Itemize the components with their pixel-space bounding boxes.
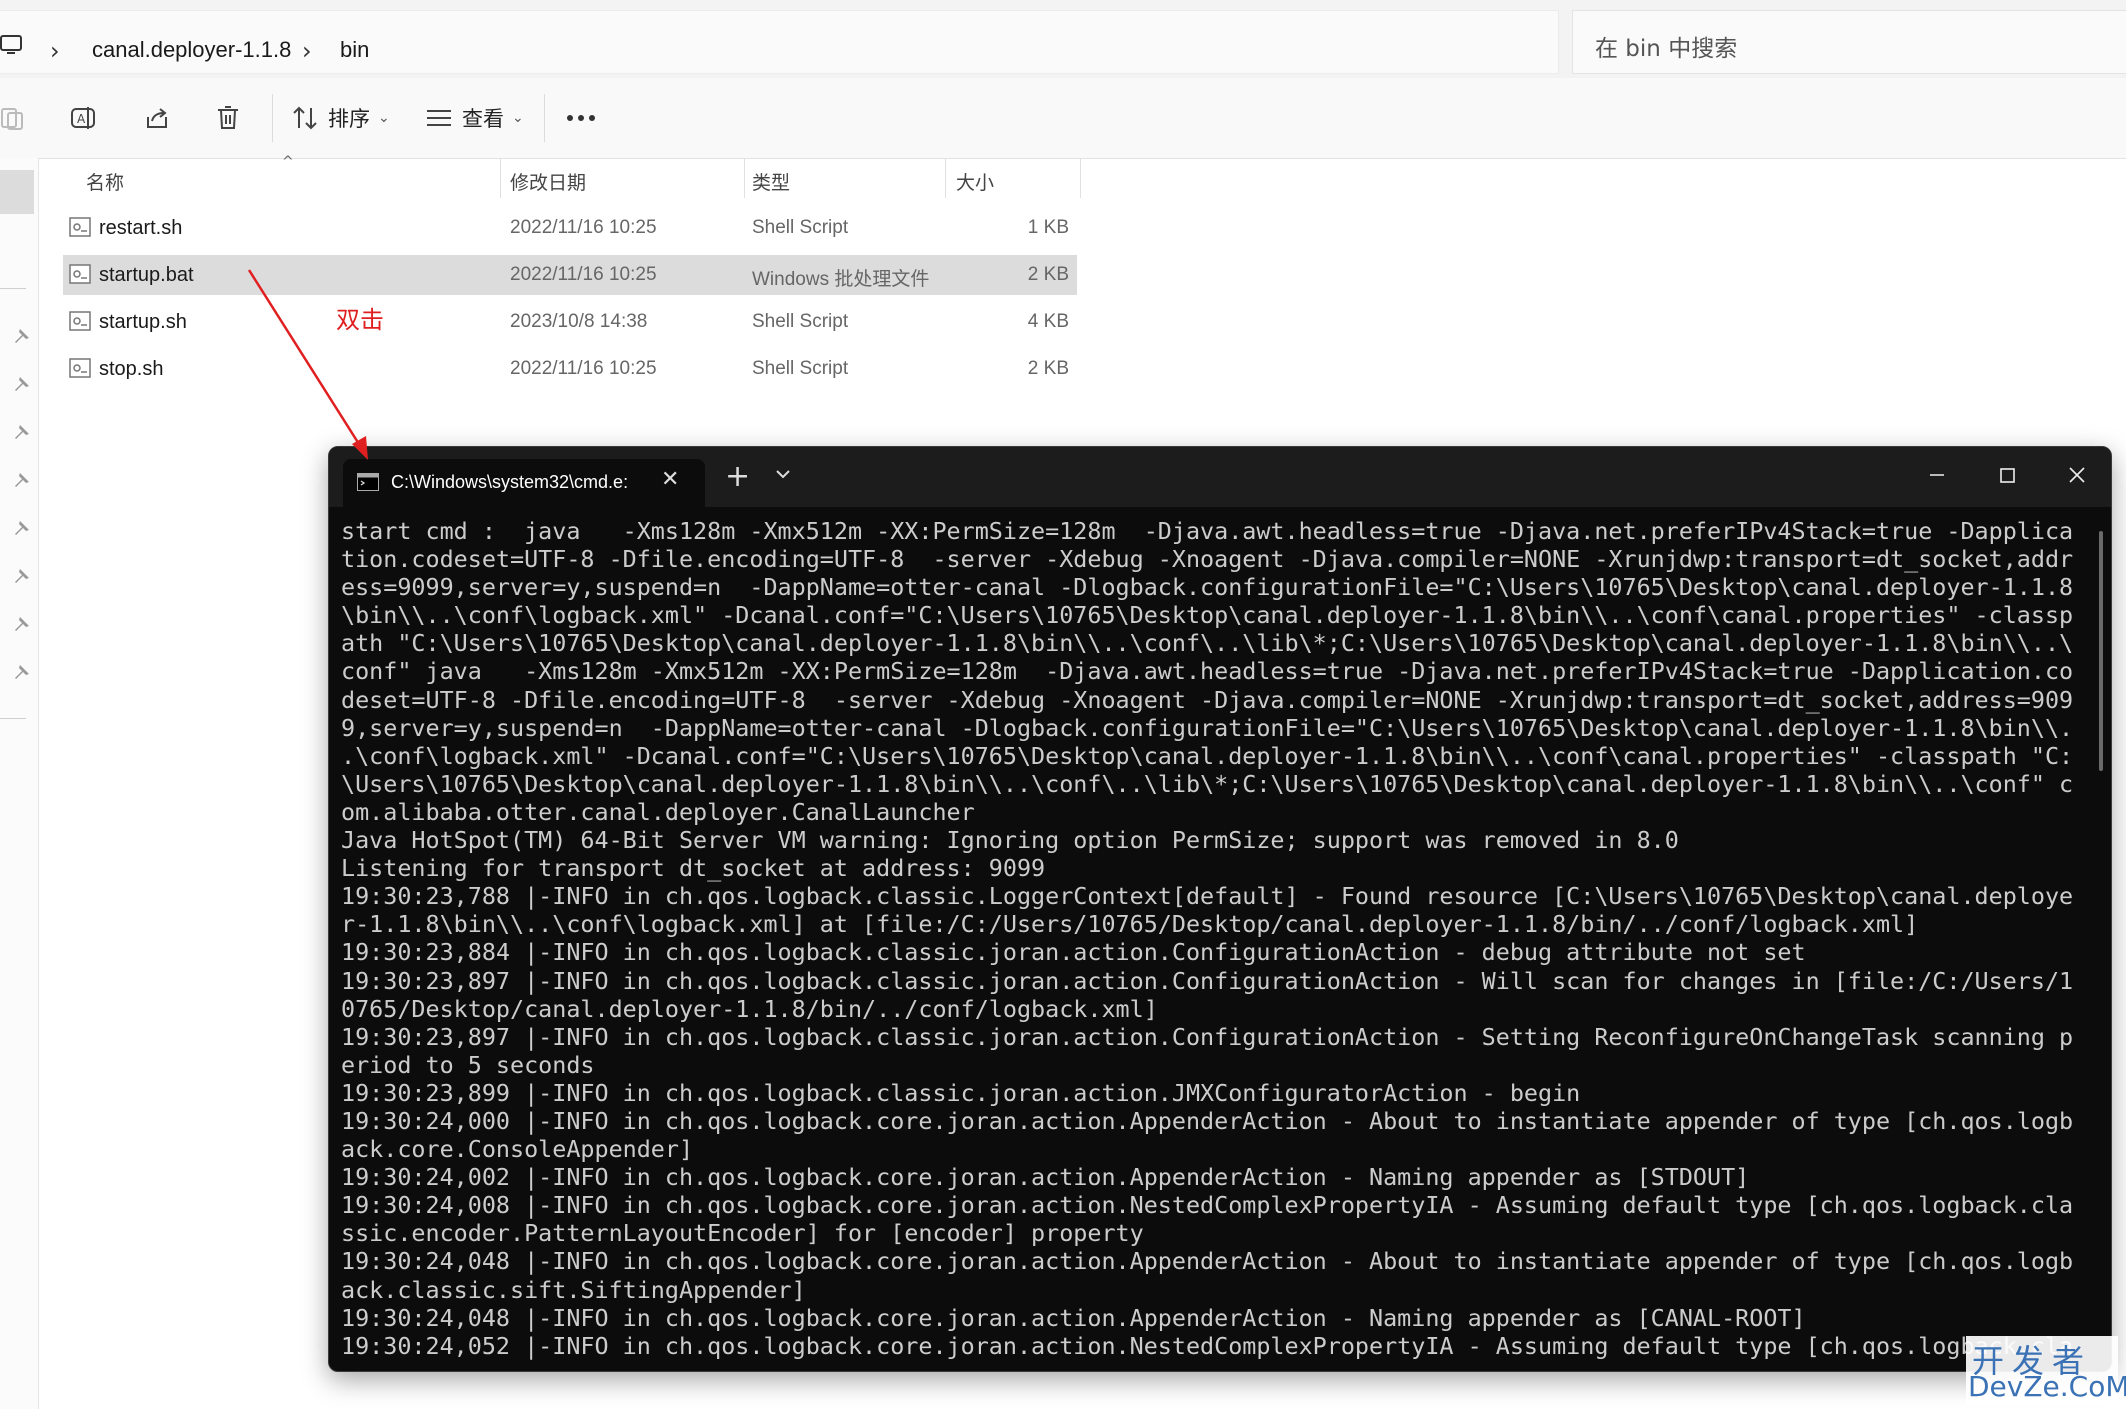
pin-icon[interactable]: [14, 568, 30, 584]
double-click-annotation: 双击: [336, 306, 384, 334]
search-placeholder: 在 bin 中搜索: [1595, 36, 1738, 62]
toolbar-divider: [544, 94, 545, 142]
pin-icon[interactable]: [14, 520, 30, 536]
terminal-output-area[interactable]: start cmd : java -Xms128m -Xmx512m -XX:P…: [341, 517, 2101, 1369]
more-icon: [567, 115, 595, 121]
this-pc-icon[interactable]: [0, 35, 26, 55]
breadcrumb-chevron-icon[interactable]: ›: [302, 37, 312, 65]
file-row-restart-sh[interactable]: restart.sh 2022/11/16 10:25 Shell Script…: [63, 208, 1077, 248]
file-name: stop.sh: [99, 358, 164, 380]
view-label: 查看: [462, 107, 504, 131]
file-row-startup-sh[interactable]: startup.sh 2023/10/8 14:38 Shell Script …: [63, 302, 1077, 342]
column-header-name[interactable]: 名称 ^: [86, 154, 496, 200]
pin-icon[interactable]: [14, 616, 30, 632]
command-bar: A 排序 ⌄ 查看 ⌄: [0, 78, 2126, 159]
view-list-icon: [427, 110, 451, 126]
pin-icon[interactable]: [14, 472, 30, 488]
file-size: 2 KB: [1027, 358, 1069, 379]
paste-icon: [1, 108, 23, 130]
sort-icon: [293, 106, 317, 130]
batch-file-icon: [69, 264, 91, 284]
script-file-icon: [69, 311, 91, 331]
close-tab-icon[interactable]: ✕: [661, 467, 679, 492]
file-row-startup-bat[interactable]: startup.bat 2022/11/16 10:25 Windows 批处理…: [63, 255, 1077, 295]
terminal-tab[interactable]: C:\Windows\system32\cmd.e: ✕: [343, 459, 705, 507]
terminal-scrollbar[interactable]: [2099, 531, 2103, 771]
new-tab-button[interactable]: +: [725, 459, 750, 494]
toolbar-divider: [272, 94, 273, 142]
nav-selected-item[interactable]: [0, 170, 34, 214]
breadcrumb-chevron-icon[interactable]: ›: [50, 37, 60, 65]
terminal-window[interactable]: C:\Windows\system32\cmd.e: ✕ + start cmd…: [328, 446, 2112, 1372]
column-header-size[interactable]: 大小: [956, 158, 1076, 200]
file-name: startup.sh: [99, 311, 187, 333]
file-modified: 2022/11/16 10:25: [510, 264, 657, 285]
file-name: startup.bat: [99, 264, 194, 286]
column-modified-label: 修改日期: [510, 172, 587, 194]
terminal-title-bar[interactable]: C:\Windows\system32\cmd.e: ✕ +: [329, 447, 2111, 507]
pin-icon[interactable]: [14, 376, 30, 392]
minimize-icon[interactable]: [1923, 461, 1951, 489]
address-row: › canal.deployer-1.1.8 › bin 在 bin 中搜索: [0, 0, 2126, 78]
file-type: Shell Script: [752, 217, 849, 238]
file-size: 2 KB: [1027, 264, 1069, 285]
more-options-button[interactable]: [566, 78, 596, 158]
column-header-modified[interactable]: 修改日期: [510, 158, 740, 200]
share-icon: [147, 108, 167, 128]
paste-button[interactable]: [0, 78, 24, 158]
file-type: Shell Script: [752, 311, 849, 332]
file-modified: 2023/10/8 14:38: [510, 311, 648, 332]
breadcrumb-item-bin[interactable]: bin: [340, 37, 369, 63]
chevron-down-icon: ⌄: [378, 110, 390, 126]
delete-button[interactable]: [216, 78, 240, 158]
nav-divider: [0, 718, 26, 719]
column-divider[interactable]: [500, 158, 501, 198]
file-size: 1 KB: [1027, 217, 1069, 238]
chevron-down-icon[interactable]: [771, 461, 795, 485]
column-divider[interactable]: [1080, 158, 1081, 198]
watermark-line2: DevZe.CoM: [1968, 1370, 2126, 1403]
breadcrumb-item-canal-deployer[interactable]: canal.deployer-1.1.8: [92, 37, 291, 63]
view-button[interactable]: 查看 ⌄: [426, 78, 524, 158]
pin-icon[interactable]: [14, 328, 30, 344]
rename-icon: A: [71, 107, 95, 129]
navigation-pane: [0, 158, 39, 1409]
file-type: Windows 批处理文件: [752, 269, 930, 290]
file-modified: 2022/11/16 10:25: [510, 358, 657, 379]
sort-label: 排序: [328, 107, 370, 131]
file-modified: 2022/11/16 10:25: [510, 217, 657, 238]
sort-button[interactable]: 排序 ⌄: [292, 78, 390, 158]
close-window-icon[interactable]: [2063, 461, 2091, 489]
column-size-label: 大小: [956, 172, 995, 194]
share-button[interactable]: [144, 78, 170, 158]
pin-icon[interactable]: [14, 664, 30, 680]
address-bar[interactable]: › canal.deployer-1.1.8 › bin: [0, 10, 1559, 74]
chevron-down-icon: ⌄: [512, 110, 524, 126]
script-file-icon: [69, 358, 91, 378]
pin-icon[interactable]: [14, 424, 30, 440]
sort-up-icon: ^: [282, 154, 294, 170]
file-row-stop-sh[interactable]: stop.sh 2022/11/16 10:25 Shell Script 2 …: [63, 349, 1077, 389]
column-header-type[interactable]: 类型: [752, 158, 942, 200]
maximize-icon[interactable]: [1993, 461, 2021, 489]
terminal-tab-title: C:\Windows\system32\cmd.e:: [391, 472, 629, 492]
file-name: restart.sh: [99, 217, 183, 239]
rename-button[interactable]: A: [70, 78, 98, 158]
column-name-label: 名称: [86, 172, 125, 194]
terminal-output: start cmd : java -Xms128m -Xmx512m -XX:P…: [341, 517, 2074, 1360]
file-size: 4 KB: [1027, 311, 1069, 332]
watermark-logo: 开发者 DevZe.CoM: [1966, 1336, 2126, 1406]
nav-divider: [0, 288, 26, 289]
cmd-icon: [357, 473, 379, 491]
column-divider[interactable]: [945, 158, 946, 198]
trash-icon: [218, 106, 238, 129]
column-divider[interactable]: [744, 158, 745, 198]
column-type-label: 类型: [752, 172, 791, 194]
file-type: Shell Script: [752, 358, 849, 379]
svg-text:A: A: [77, 112, 86, 126]
search-input[interactable]: 在 bin 中搜索: [1572, 10, 2126, 74]
script-file-icon: [69, 217, 91, 237]
